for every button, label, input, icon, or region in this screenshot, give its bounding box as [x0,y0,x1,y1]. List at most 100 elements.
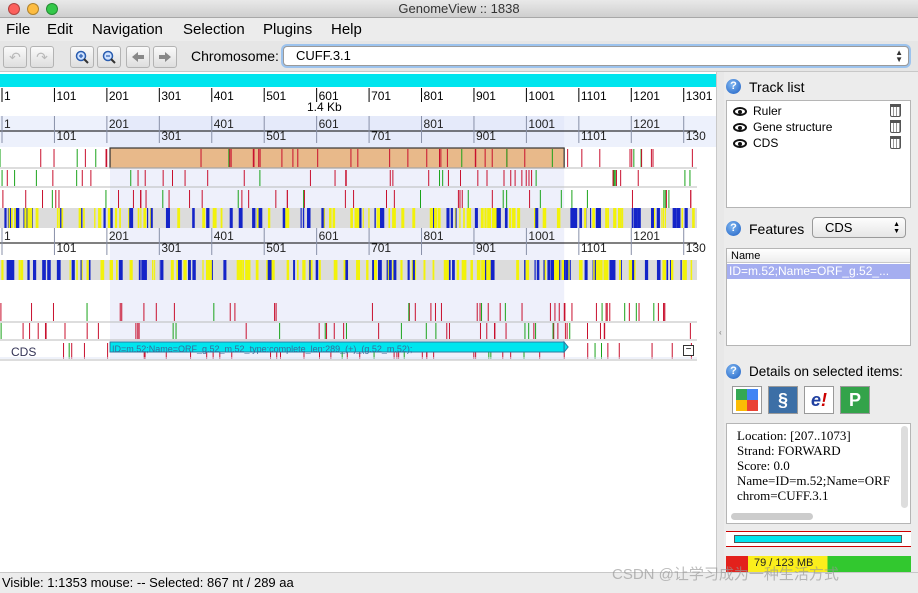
nucleotide-tick-label: 401 [214,117,234,131]
density-mark [656,208,660,228]
density-mark [524,260,526,280]
nucleotide-tick-label: 401 [214,229,234,243]
nucleotide-tick-label: 901 [476,129,496,143]
pubmed-search-button[interactable]: P [840,386,870,414]
details-horizontal-scrollbar[interactable] [731,513,813,520]
details-vertical-scrollbar[interactable] [901,426,908,508]
density-mark [556,208,561,228]
chromosome-select[interactable]: CUFF.3.1 ▲ ▼ [283,46,909,66]
density-mark [239,260,242,280]
density-mark [210,260,212,280]
density-mark [474,208,478,228]
track-item-cds[interactable]: CDS [733,136,905,150]
density-mark [377,260,382,280]
density-mark [544,260,547,280]
split-pane-divider[interactable]: ‹ [716,72,724,572]
help-icon[interactable]: ? [726,221,741,236]
density-mark [463,208,465,228]
close-window-button[interactable] [8,3,20,15]
ruler-tick-label: 301 [161,89,181,103]
density-mark [486,260,490,280]
density-mark [83,208,85,228]
overview-region[interactable] [734,535,902,543]
features-row-selected[interactable]: ID=m.52;Name=ORF_g.52_... [727,264,910,279]
density-mark [463,260,467,280]
density-mark [423,260,426,280]
scroll-left-button[interactable] [126,46,150,68]
density-mark [12,260,14,280]
ensembl-icon: e! [810,390,827,410]
eye-icon[interactable] [733,139,747,149]
zoom-out-button[interactable] [97,46,121,68]
ensembl-search-button[interactable]: e! [804,386,834,414]
nucleotide-tick-label: 901 [476,241,496,255]
undo-button[interactable]: ↶ [3,46,27,68]
features-select[interactable]: CDS ▲ ▼ [812,217,906,238]
density-mark [302,260,306,280]
track-item-gene-structure[interactable]: Gene structure [733,120,905,134]
menu-plugins[interactable]: Plugins [263,21,312,39]
genome-view[interactable]: 1 101 201 301 401 501 601 701 801 901 1001 1101 1201… [0,72,716,572]
density-mark [561,260,565,280]
overview-track[interactable] [726,531,911,547]
menu-selection[interactable]: Selection [183,21,245,39]
trash-icon[interactable] [890,104,901,117]
scroll-right-button[interactable] [153,46,177,68]
ruler-tick-label: 1101 [581,89,607,103]
density-mark [516,260,520,280]
collapse-track-button[interactable]: − [683,345,694,356]
zoom-in-icon [75,50,89,64]
menu-navigation[interactable]: Navigation [92,21,163,39]
eye-icon[interactable] [733,123,747,133]
density-mark [300,208,302,228]
density-mark [535,208,538,228]
nucleotide-tick-label: 801 [424,117,444,131]
density-mark [129,260,133,280]
arrow-left-icon [132,52,144,62]
zoom-out-icon [102,50,116,64]
menu-help[interactable]: Help [331,21,362,39]
density-mark [255,260,259,280]
genome-canvas[interactable]: 1 101 201 301 401 501 601 701 801 901 1001 1101 1201… [0,72,716,572]
density-mark [430,208,432,228]
density-mark [554,260,558,280]
help-icon[interactable]: ? [726,364,741,379]
menu-edit[interactable]: Edit [47,21,73,39]
density-mark [490,260,493,280]
density-mark [297,260,299,280]
density-mark [56,208,59,228]
density-mark [223,260,227,280]
density-mark [94,208,96,228]
density-mark [60,208,62,228]
density-mark [4,208,6,228]
minimize-window-button[interactable] [27,3,39,15]
help-icon[interactable]: ? [726,79,741,94]
redo-button[interactable]: ↷ [30,46,54,68]
track-item-ruler[interactable]: Ruler [733,104,905,118]
density-mark [318,260,321,280]
cds-feature-label[interactable]: ID=m.52;Name=ORF_g.52_m.52_type:complete… [112,344,552,354]
divider-arrow-icon: ‹ [719,328,722,337]
density-mark [309,260,311,280]
density-mark [448,260,451,280]
ruler-tick-label: 901 [476,89,496,103]
trash-icon[interactable] [890,136,901,149]
density-mark [650,208,654,228]
density-mark [604,260,609,280]
zoom-in-button[interactable] [70,46,94,68]
menu-file[interactable]: File [6,21,30,39]
zoom-window-button[interactable] [46,3,58,15]
density-mark [637,208,641,228]
density-mark [631,208,634,228]
density-mark [350,208,353,228]
density-mark [456,260,460,280]
features-column-header[interactable]: Name [727,249,910,263]
trash-icon[interactable] [890,120,901,133]
ncbi-search-button[interactable]: § [768,386,798,414]
density-mark [205,260,209,280]
density-mark [18,260,21,280]
nucleotide-tick-label: 1201 [633,117,660,131]
density-mark [220,208,223,228]
eye-icon[interactable] [733,107,747,117]
google-search-button[interactable] [732,386,762,414]
